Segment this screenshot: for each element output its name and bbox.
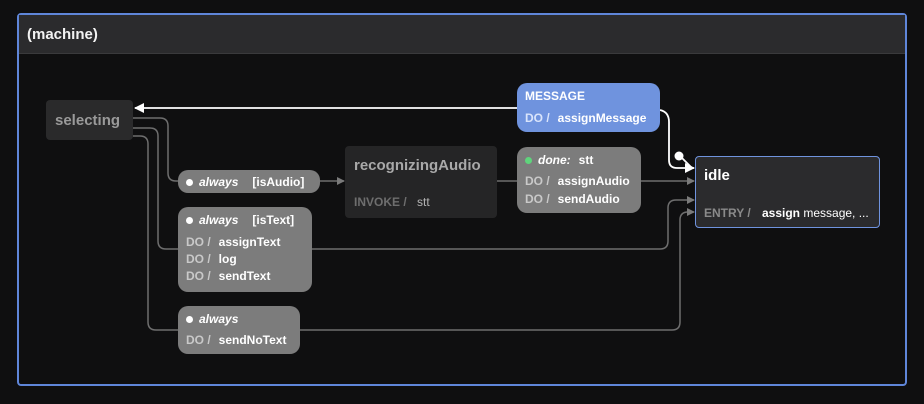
action-label: sendAudio: [557, 192, 620, 206]
event-label: always: [199, 175, 239, 189]
event-label: always: [199, 213, 239, 227]
do-label: DO /: [186, 252, 211, 266]
invoke-label: INVOKE /: [354, 195, 407, 209]
initial-state-marker: [674, 151, 684, 161]
transition-always-istext[interactable]: always [isText] DO / assignText DO / log DO…: [178, 207, 312, 292]
target-label: stt: [578, 153, 594, 167]
entry-value: assign message, ...: [762, 206, 869, 220]
do-label: DO /: [525, 111, 550, 125]
event-label: always: [199, 312, 239, 326]
state-name: selecting: [55, 112, 121, 129]
guard-label: [isText]: [252, 213, 295, 227]
edge-selecting-always-notext: [133, 135, 178, 331]
do-label: DO /: [525, 174, 550, 188]
entry-rest: message, ...: [800, 206, 869, 220]
state-recognizing-audio[interactable]: recognizingAudio INVOKE / stt: [345, 146, 497, 218]
guard-label: [isAudio]: [252, 175, 305, 189]
action-label: sendText: [218, 269, 271, 283]
invoke-value: stt: [417, 195, 430, 209]
transition-done-stt[interactable]: done: stt DO / assignAudio DO / sendAudio: [517, 147, 641, 213]
event-label: done:: [538, 153, 571, 167]
do-label: DO /: [186, 269, 211, 283]
do-label: DO /: [186, 333, 211, 347]
transition-message[interactable]: MESSAGE DO / assignMessage: [517, 83, 660, 132]
state-name: recognizingAudio: [354, 157, 481, 174]
transition-always-isaudio[interactable]: always [isAudio]: [178, 170, 320, 193]
edge-always-notext-idle: [300, 208, 695, 331]
transition-dot: [186, 179, 193, 186]
action-label: assignAudio: [557, 174, 630, 188]
state-selecting[interactable]: selecting: [46, 100, 133, 140]
state-name: idle: [704, 167, 730, 184]
transition-always-notext[interactable]: always DO / sendNoText: [178, 306, 300, 354]
action-label: assignText: [218, 235, 281, 249]
entry-label: ENTRY /: [704, 206, 751, 220]
action-label: sendNoText: [218, 333, 287, 347]
action-label: assignMessage: [557, 111, 647, 125]
entry-action: assign: [762, 206, 801, 220]
transition-dot: [186, 316, 193, 323]
transition-dot: [186, 217, 193, 224]
transition-dot: [525, 157, 532, 164]
event-label: MESSAGE: [525, 89, 586, 103]
do-label: DO /: [525, 192, 550, 206]
edge-selecting-always-text: [133, 127, 178, 250]
do-label: DO /: [186, 235, 211, 249]
action-label: log: [218, 252, 237, 266]
state-idle[interactable]: idle ENTRY / assign message, ...: [695, 156, 880, 228]
